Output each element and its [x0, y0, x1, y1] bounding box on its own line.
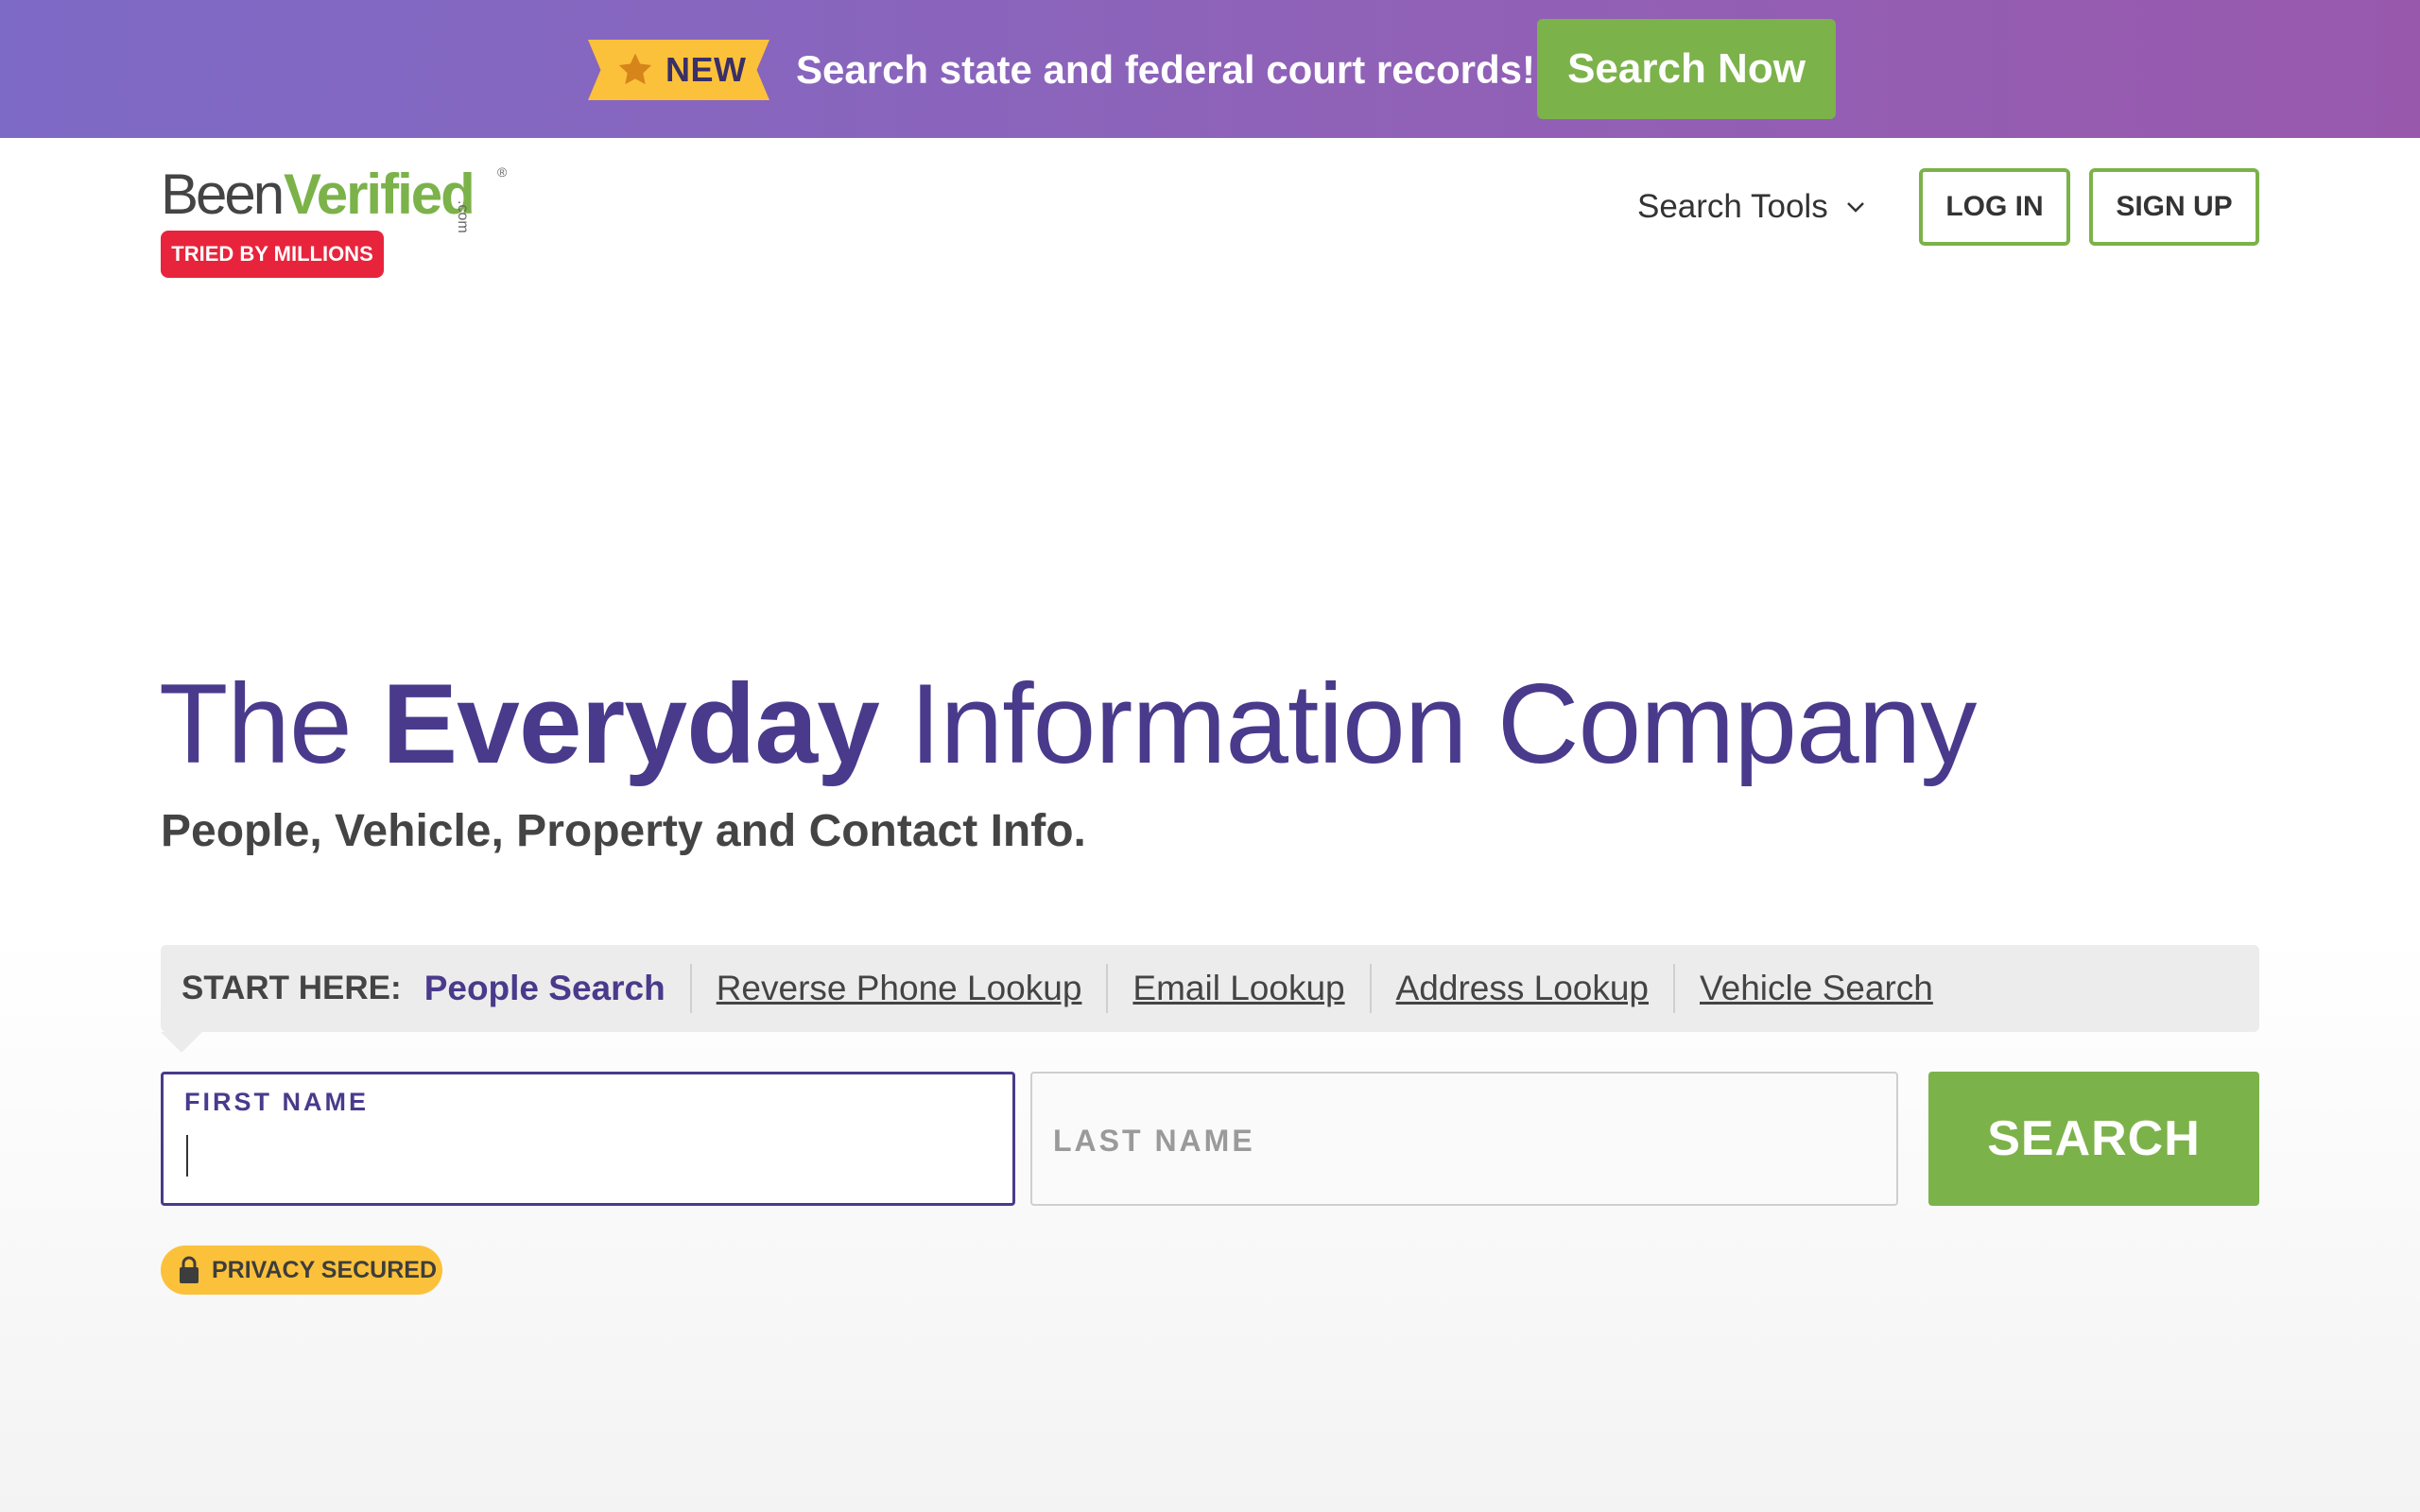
hero-subtitle: People, Vehicle, Property and Contact In…: [161, 806, 1086, 856]
start-here-label: START HERE:: [182, 970, 402, 1006]
tab-email-lookup[interactable]: Email Lookup: [1108, 969, 1369, 1008]
new-label: NEW: [666, 50, 747, 89]
logo-dotcom: .com: [455, 200, 471, 233]
privacy-secured-label: PRIVACY SECURED: [212, 1256, 438, 1283]
chevron-down-icon: [1846, 202, 1864, 213]
tab-reverse-phone-lookup[interactable]: Reverse Phone Lookup: [692, 969, 1107, 1008]
search-tools-label: Search Tools: [1637, 188, 1828, 225]
lock-icon: [180, 1256, 199, 1283]
tried-by-millions-badge: TRIED BY MILLIONS: [161, 231, 384, 278]
logo-registered-mark: ®: [497, 164, 508, 180]
search-button[interactable]: SEARCH: [1928, 1072, 2259, 1206]
hero-title-pre: The: [159, 661, 353, 787]
search-now-button[interactable]: Search Now: [1537, 19, 1836, 119]
tab-people-search[interactable]: People Search: [424, 969, 690, 1008]
search-tools-menu[interactable]: Search Tools: [1637, 181, 1866, 232]
first-name-field[interactable]: FIRST NAME: [161, 1072, 1015, 1206]
login-button[interactable]: LOG IN: [1919, 168, 2070, 246]
last-name-input[interactable]: [1053, 1108, 1847, 1174]
first-name-input[interactable]: [184, 1127, 978, 1194]
signup-button[interactable]: SIGN UP: [2089, 168, 2259, 246]
text-caret: [186, 1135, 188, 1177]
tab-vehicle-search[interactable]: Vehicle Search: [1675, 969, 1958, 1008]
first-name-label: FIRST NAME: [184, 1088, 369, 1116]
promo-banner: NEW Search state and federal court recor…: [0, 0, 2420, 138]
new-ribbon: NEW: [588, 40, 769, 100]
promo-text: Search state and federal court records!: [796, 47, 1535, 92]
hero-title-post: Information Company: [909, 661, 1977, 787]
search-tabs: START HERE: People Search Reverse Phone …: [161, 945, 2259, 1032]
beenverified-logo[interactable]: Been Verified .com ®: [161, 163, 512, 233]
tab-address-lookup[interactable]: Address Lookup: [1372, 969, 1673, 1008]
star-icon: [618, 53, 652, 85]
hero-title: The Everyday Information Company: [159, 658, 1977, 790]
active-tab-pointer: [161, 1032, 202, 1053]
last-name-field[interactable]: [1030, 1072, 1898, 1206]
hero-title-bold: Everyday: [382, 661, 880, 787]
privacy-secured-badge: PRIVACY SECURED: [161, 1246, 442, 1295]
logo-text-been: Been: [161, 163, 285, 226]
logo-text-verified: Verified: [284, 163, 475, 226]
